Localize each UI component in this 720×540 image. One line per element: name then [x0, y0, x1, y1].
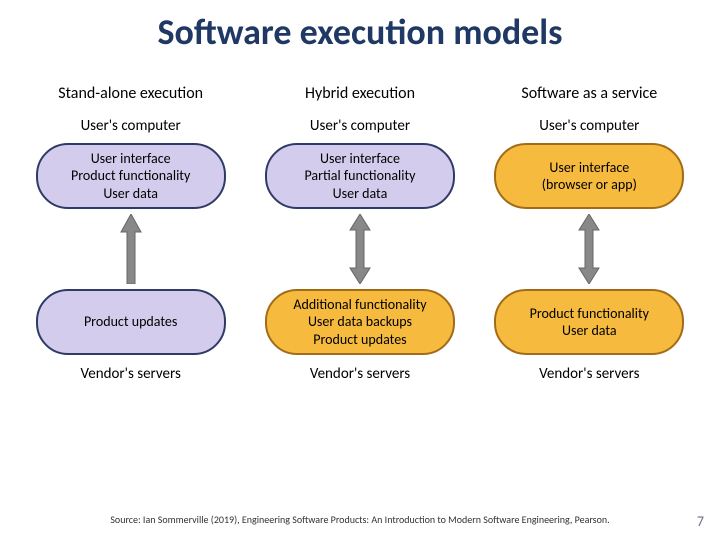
source-citation: Source: Ian Sommerville (2019), Engineer…	[0, 513, 720, 526]
box-line: Additional functionality	[293, 296, 426, 314]
box-line: Product functionality	[530, 305, 649, 323]
col-hybrid: Hybrid execution User's computer User in…	[249, 84, 470, 383]
user-box: User interface Product functionality Use…	[36, 143, 226, 209]
bottom-label: Vendor's servers	[81, 365, 181, 383]
box-line: Partial functionality	[304, 167, 415, 185]
user-box: User interface (browser or app)	[494, 143, 684, 209]
box-line: Product updates	[84, 313, 177, 331]
bottom-label: Vendor's servers	[310, 365, 410, 383]
page-number: 7	[697, 513, 704, 530]
bottom-label: Vendor's servers	[539, 365, 639, 383]
col-heading: Software as a service	[521, 84, 657, 103]
box-line: User interface	[320, 150, 400, 168]
box-line: User data	[562, 322, 617, 340]
box-line: Product functionality	[71, 167, 190, 185]
arrow-both-icon	[577, 209, 601, 289]
col-heading: Hybrid execution	[305, 84, 415, 103]
arrow-up-icon	[119, 209, 143, 289]
col-heading: Stand-alone execution	[58, 84, 203, 103]
page-title: Software execution models	[0, 0, 720, 54]
top-label: User's computer	[310, 117, 410, 135]
box-line: User data	[333, 185, 388, 203]
box-line: Product updates	[313, 331, 406, 349]
box-line: User interface	[549, 159, 629, 177]
box-line: User data	[103, 185, 158, 203]
vendor-box: Product functionality User data	[494, 289, 684, 355]
diagram-grid: Stand-alone execution User's computer Us…	[0, 54, 720, 383]
col-standalone: Stand-alone execution User's computer Us…	[20, 84, 241, 383]
top-label: User's computer	[539, 117, 639, 135]
col-saas: Software as a service User's computer Us…	[479, 84, 700, 383]
arrow-both-icon	[348, 209, 372, 289]
vendor-box: Product updates	[36, 289, 226, 355]
top-label: User's computer	[81, 117, 181, 135]
box-line: User data backups	[308, 313, 412, 331]
box-line: (browser or app)	[542, 176, 637, 194]
box-line: User interface	[91, 150, 171, 168]
vendor-box: Additional functionality User data backu…	[265, 289, 455, 355]
user-box: User interface Partial functionality Use…	[265, 143, 455, 209]
